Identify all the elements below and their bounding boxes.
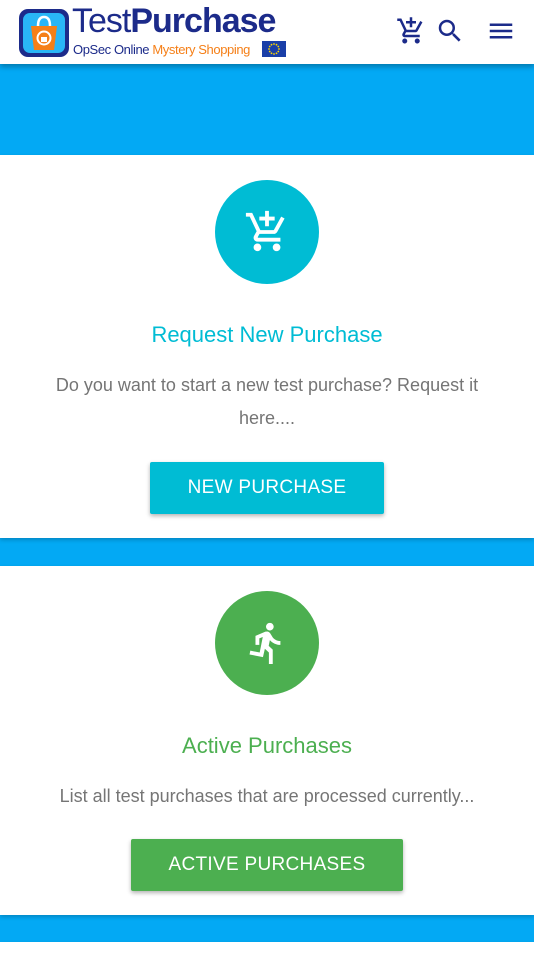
- next-card: [0, 942, 534, 962]
- logo-subtitle: OpSec Online Mystery Shopping: [73, 42, 251, 57]
- app-header: TestPurchase OpSec Online Mystery Shoppi…: [0, 0, 534, 64]
- search-icon[interactable]: [435, 16, 467, 48]
- testpurchase-logo[interactable]: TestPurchase OpSec Online Mystery Shoppi…: [18, 2, 290, 60]
- menu-icon[interactable]: [486, 16, 518, 48]
- request-new-purchase-card: Request New Purchase Do you want to star…: [0, 155, 534, 538]
- active-purchases-card: Active Purchases List all test purchases…: [0, 566, 534, 915]
- shopping-bag-lock-logo-icon: [19, 9, 69, 57]
- card-title: Request New Purchase: [151, 322, 383, 347]
- add-cart-icon[interactable]: [396, 16, 428, 48]
- active-purchases-button[interactable]: ACTIVE PURCHASES: [131, 839, 403, 891]
- card-title: Active Purchases: [182, 733, 352, 758]
- logo-title: TestPurchase: [72, 2, 276, 40]
- card-description: Do you want to start a new test purchase…: [55, 375, 479, 428]
- new-purchase-button[interactable]: NEW PURCHASE: [150, 462, 384, 514]
- add-shopping-cart-icon: [215, 180, 319, 284]
- card-description: List all test purchases that are process…: [59, 786, 475, 806]
- eu-flag-icon: [262, 41, 286, 57]
- running-person-icon: [215, 591, 319, 695]
